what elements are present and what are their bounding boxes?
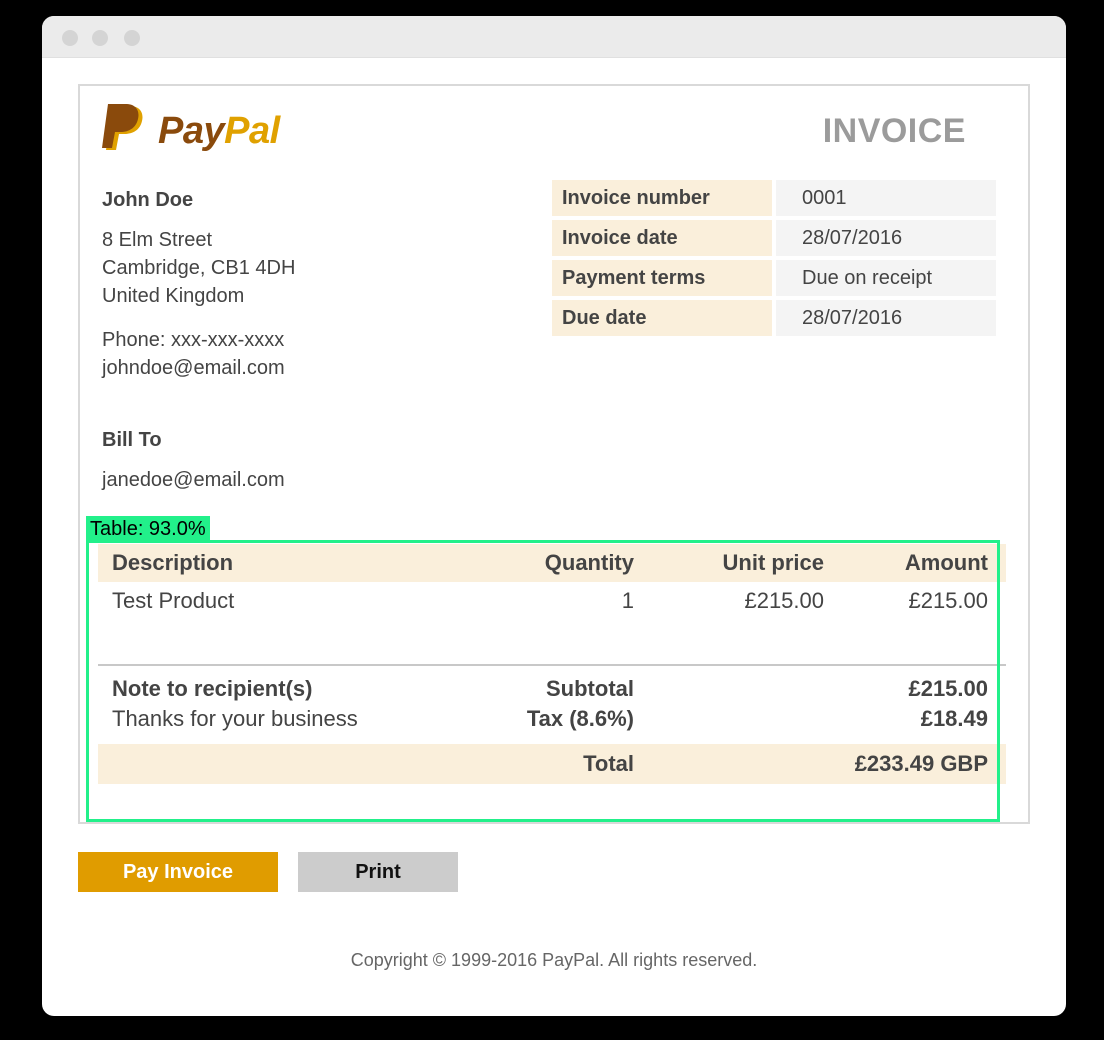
- copyright-footer: Copyright © 1999-2016 PayPal. All rights…: [350, 950, 758, 970]
- paypal-wordmark: PayPal: [158, 110, 280, 152]
- detection-bounding-box: [86, 540, 1000, 822]
- bill-to-email: janedoe@email.com: [102, 469, 285, 491]
- window-minimize-dot[interactable]: [92, 30, 108, 46]
- meta-value: 28/07/2016: [776, 220, 996, 256]
- meta-key: Payment terms: [552, 260, 772, 296]
- window-close-dot[interactable]: [62, 30, 78, 46]
- bill-to-block: Bill To janedoe@email.com: [102, 426, 502, 494]
- window-titlebar: [42, 16, 1066, 58]
- meta-value: Due on receipt: [776, 260, 996, 296]
- address-line: United Kingdom: [102, 285, 245, 307]
- address-line: Cambridge, CB1 4DH: [102, 257, 296, 279]
- paypal-monogram-icon: [102, 104, 143, 150]
- paypal-logo: PayPal: [102, 104, 322, 156]
- meta-row: Invoice number 0001: [552, 180, 998, 216]
- bill-to-label: Bill To: [102, 429, 162, 451]
- meta-row: Due date 28/07/2016: [552, 300, 998, 336]
- window-maximize-dot[interactable]: [124, 30, 140, 46]
- meta-key: Invoice number: [552, 180, 772, 216]
- meta-value: 28/07/2016: [776, 300, 996, 336]
- sender-name: John Doe: [102, 189, 194, 211]
- sender-address: 8 Elm Street Cambridge, CB1 4DH United K…: [102, 226, 502, 310]
- invoice-heading: INVOICE: [822, 112, 966, 150]
- address-line: 8 Elm Street: [102, 229, 213, 251]
- sender-phone: Phone: xxx-xxx-xxxx: [102, 329, 285, 351]
- detection-label: Table: 93.0%: [86, 516, 210, 542]
- meta-row: Payment terms Due on receipt: [552, 260, 998, 296]
- sender-email: johndoe@email.com: [102, 357, 285, 379]
- sender-block: John Doe 8 Elm Street Cambridge, CB1 4DH…: [102, 186, 502, 382]
- browser-window: PayPal INVOICE John Doe 8 Elm Street Cam…: [42, 16, 1066, 1016]
- meta-value: 0001: [776, 180, 996, 216]
- print-button[interactable]: Print: [298, 852, 458, 892]
- meta-key: Invoice date: [552, 220, 772, 256]
- meta-row: Invoice date 28/07/2016: [552, 220, 998, 256]
- pay-invoice-button[interactable]: Pay Invoice: [78, 852, 278, 892]
- meta-key: Due date: [552, 300, 772, 336]
- invoice-meta-table: Invoice number 0001 Invoice date 28/07/2…: [552, 180, 998, 340]
